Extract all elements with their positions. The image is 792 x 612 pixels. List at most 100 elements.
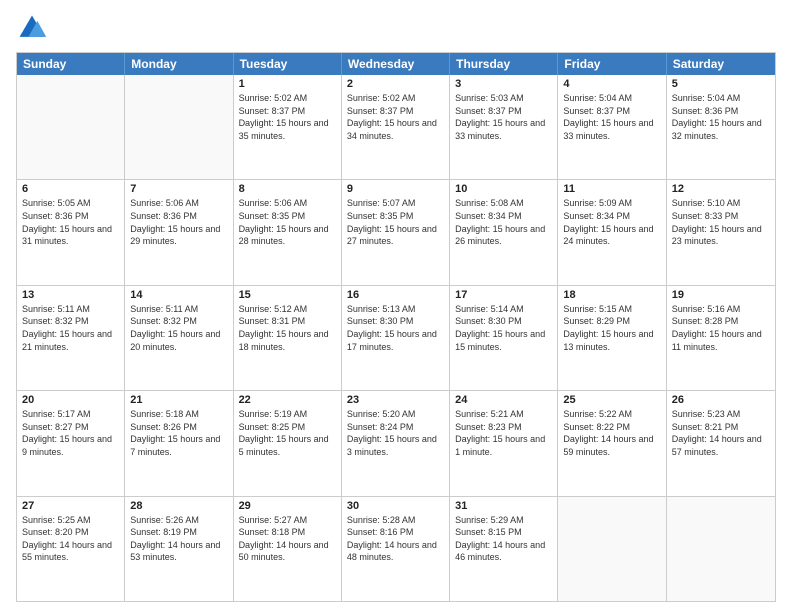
- cell-info: Sunrise: 5:19 AMSunset: 8:25 PMDaylight:…: [239, 408, 336, 458]
- day-number: 3: [455, 78, 552, 90]
- day-number: 13: [22, 289, 119, 301]
- calendar-cell: 11 Sunrise: 5:09 AMSunset: 8:34 PMDayligh…: [558, 180, 666, 284]
- day-number: 2: [347, 78, 444, 90]
- day-number: 11: [563, 183, 660, 195]
- calendar-row: 27Sunrise: 5:25 AMSunset: 8:20 PMDayligh…: [17, 496, 775, 601]
- calendar-row: 1 Sunrise: 5:02 AMSunset: 8:37 PMDaylight…: [17, 75, 775, 179]
- day-number: 20: [22, 394, 119, 406]
- calendar-row: 13 Sunrise: 5:11 AMSunset: 8:32 PMDayligh…: [17, 285, 775, 390]
- calendar-cell: 2 Sunrise: 5:02 AMSunset: 8:37 PMDaylight…: [342, 75, 450, 179]
- calendar-header: SundayMondayTuesdayWednesdayThursdayFrid…: [17, 53, 775, 75]
- weekday-header: Saturday: [667, 53, 775, 75]
- weekday-header: Friday: [558, 53, 666, 75]
- cell-info: Sunrise: 5:28 AMSunset: 8:16 PMDaylight:…: [347, 514, 444, 564]
- cell-info: Sunrise: 5:06 AMSunset: 8:35 PMDaylight:…: [239, 197, 336, 247]
- day-number: 8: [239, 183, 336, 195]
- calendar-cell: 29 Sunrise: 5:27 AMSunset: 8:18 PMDayligh…: [234, 497, 342, 601]
- calendar-cell: 31 Sunrise: 5:29 AMSunset: 8:15 PMDayligh…: [450, 497, 558, 601]
- calendar-cell: [667, 497, 775, 601]
- calendar-cell: 15 Sunrise: 5:12 AMSunset: 8:31 PMDayligh…: [234, 286, 342, 390]
- calendar-cell: 9 Sunrise: 5:07 AMSunset: 8:35 PMDaylight…: [342, 180, 450, 284]
- calendar-cell: 3 Sunrise: 5:03 AMSunset: 8:37 PMDaylight…: [450, 75, 558, 179]
- day-number: 31: [455, 500, 552, 512]
- logo: [16, 12, 52, 44]
- cell-info: Sunrise: 5:27 AMSunset: 8:18 PMDaylight:…: [239, 514, 336, 564]
- cell-info: Sunrise: 5:18 AMSunset: 8:26 PMDaylight:…: [130, 408, 227, 458]
- page: SundayMondayTuesdayWednesdayThursdayFrid…: [0, 0, 792, 612]
- cell-info: Sunrise: 5:12 AMSunset: 8:31 PMDaylight:…: [239, 303, 336, 353]
- calendar-cell: [17, 75, 125, 179]
- cell-info: Sunrise: 5:22 AMSunset: 8:22 PMDaylight:…: [563, 408, 660, 458]
- calendar-body: 1 Sunrise: 5:02 AMSunset: 8:37 PMDaylight…: [17, 75, 775, 601]
- day-number: 17: [455, 289, 552, 301]
- cell-info: Sunrise: 5:21 AMSunset: 8:23 PMDaylight:…: [455, 408, 552, 458]
- calendar-cell: 22 Sunrise: 5:19 AMSunset: 8:25 PMDayligh…: [234, 391, 342, 495]
- day-number: 24: [455, 394, 552, 406]
- day-number: 23: [347, 394, 444, 406]
- cell-info: Sunrise: 5:20 AMSunset: 8:24 PMDaylight:…: [347, 408, 444, 458]
- calendar-cell: [125, 75, 233, 179]
- day-number: 19: [672, 289, 770, 301]
- day-number: 9: [347, 183, 444, 195]
- cell-info: Sunrise: 5:08 AMSunset: 8:34 PMDaylight:…: [455, 197, 552, 247]
- cell-info: Sunrise: 5:07 AMSunset: 8:35 PMDaylight:…: [347, 197, 444, 247]
- day-number: 29: [239, 500, 336, 512]
- cell-info: Sunrise: 5:17 AMSunset: 8:27 PMDaylight:…: [22, 408, 119, 458]
- day-number: 27: [22, 500, 119, 512]
- calendar-cell: 12 Sunrise: 5:10 AMSunset: 8:33 PMDayligh…: [667, 180, 775, 284]
- cell-info: Sunrise: 5:03 AMSunset: 8:37 PMDaylight:…: [455, 92, 552, 142]
- cell-info: Sunrise: 5:02 AMSunset: 8:37 PMDaylight:…: [347, 92, 444, 142]
- calendar-cell: 28 Sunrise: 5:26 AMSunset: 8:19 PMDayligh…: [125, 497, 233, 601]
- calendar-cell: 23 Sunrise: 5:20 AMSunset: 8:24 PMDayligh…: [342, 391, 450, 495]
- calendar-cell: 4Sunrise: 5:04 AMSunset: 8:37 PMDaylight…: [558, 75, 666, 179]
- cell-info: Sunrise: 5:29 AMSunset: 8:15 PMDaylight:…: [455, 514, 552, 564]
- day-number: 26: [672, 394, 770, 406]
- cell-info: Sunrise: 5:13 AMSunset: 8:30 PMDaylight:…: [347, 303, 444, 353]
- calendar-cell: [558, 497, 666, 601]
- calendar-row: 6 Sunrise: 5:05 AMSunset: 8:36 PMDaylight…: [17, 179, 775, 284]
- cell-info: Sunrise: 5:04 AMSunset: 8:37 PMDaylight:…: [563, 92, 660, 142]
- day-number: 21: [130, 394, 227, 406]
- calendar-row: 20 Sunrise: 5:17 AMSunset: 8:27 PMDayligh…: [17, 390, 775, 495]
- cell-info: Sunrise: 5:10 AMSunset: 8:33 PMDaylight:…: [672, 197, 770, 247]
- cell-info: Sunrise: 5:11 AMSunset: 8:32 PMDaylight:…: [22, 303, 119, 353]
- weekday-header: Wednesday: [342, 53, 450, 75]
- cell-info: Sunrise: 5:11 AMSunset: 8:32 PMDaylight:…: [130, 303, 227, 353]
- cell-info: Sunrise: 5:14 AMSunset: 8:30 PMDaylight:…: [455, 303, 552, 353]
- calendar-cell: 10 Sunrise: 5:08 AMSunset: 8:34 PMDayligh…: [450, 180, 558, 284]
- calendar-cell: 5 Sunrise: 5:04 AMSunset: 8:36 PMDaylight…: [667, 75, 775, 179]
- cell-info: Sunrise: 5:02 AMSunset: 8:37 PMDaylight:…: [239, 92, 336, 142]
- calendar-cell: 26Sunrise: 5:23 AMSunset: 8:21 PMDayligh…: [667, 391, 775, 495]
- calendar-cell: 18Sunrise: 5:15 AMSunset: 8:29 PMDayligh…: [558, 286, 666, 390]
- day-number: 7: [130, 183, 227, 195]
- day-number: 15: [239, 289, 336, 301]
- day-number: 1: [239, 78, 336, 90]
- weekday-header: Monday: [125, 53, 233, 75]
- cell-info: Sunrise: 5:04 AMSunset: 8:36 PMDaylight:…: [672, 92, 770, 142]
- cell-info: Sunrise: 5:05 AMSunset: 8:36 PMDaylight:…: [22, 197, 119, 247]
- calendar-cell: 25 Sunrise: 5:22 AMSunset: 8:22 PMDayligh…: [558, 391, 666, 495]
- day-number: 14: [130, 289, 227, 301]
- day-number: 28: [130, 500, 227, 512]
- weekday-header: Tuesday: [234, 53, 342, 75]
- calendar-cell: 1 Sunrise: 5:02 AMSunset: 8:37 PMDaylight…: [234, 75, 342, 179]
- calendar-cell: 24 Sunrise: 5:21 AMSunset: 8:23 PMDayligh…: [450, 391, 558, 495]
- calendar-cell: 30 Sunrise: 5:28 AMSunset: 8:16 PMDayligh…: [342, 497, 450, 601]
- day-number: 12: [672, 183, 770, 195]
- calendar-cell: 14 Sunrise: 5:11 AMSunset: 8:32 PMDayligh…: [125, 286, 233, 390]
- weekday-header: Sunday: [17, 53, 125, 75]
- day-number: 6: [22, 183, 119, 195]
- cell-info: Sunrise: 5:09 AMSunset: 8:34 PMDaylight:…: [563, 197, 660, 247]
- calendar-cell: 7 Sunrise: 5:06 AMSunset: 8:36 PMDaylight…: [125, 180, 233, 284]
- day-number: 5: [672, 78, 770, 90]
- calendar-cell: 13 Sunrise: 5:11 AMSunset: 8:32 PMDayligh…: [17, 286, 125, 390]
- calendar-cell: 8 Sunrise: 5:06 AMSunset: 8:35 PMDaylight…: [234, 180, 342, 284]
- cell-info: Sunrise: 5:06 AMSunset: 8:36 PMDaylight:…: [130, 197, 227, 247]
- day-number: 22: [239, 394, 336, 406]
- calendar-cell: 27Sunrise: 5:25 AMSunset: 8:20 PMDayligh…: [17, 497, 125, 601]
- day-number: 30: [347, 500, 444, 512]
- calendar-cell: 21 Sunrise: 5:18 AMSunset: 8:26 PMDayligh…: [125, 391, 233, 495]
- cell-info: Sunrise: 5:26 AMSunset: 8:19 PMDaylight:…: [130, 514, 227, 564]
- day-number: 25: [563, 394, 660, 406]
- day-number: 10: [455, 183, 552, 195]
